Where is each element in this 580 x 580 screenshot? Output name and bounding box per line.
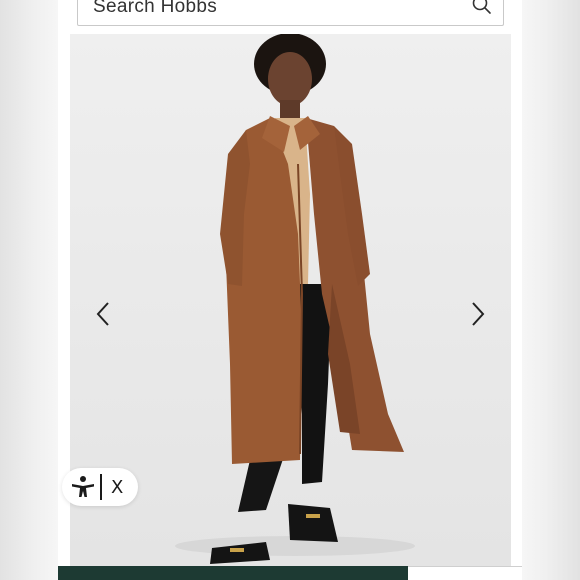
bottom-action-bar[interactable] — [58, 566, 408, 580]
accessibility-widget[interactable]: X — [62, 468, 138, 506]
search-icon[interactable] — [471, 0, 493, 16]
accessibility-icon[interactable] — [70, 475, 96, 499]
carousel-next-button[interactable] — [463, 296, 493, 332]
chevron-right-icon — [472, 302, 485, 326]
search-input[interactable]: Search Hobbs — [93, 0, 217, 18]
divider — [100, 474, 102, 500]
background-left — [0, 0, 58, 580]
chevron-left-icon — [96, 302, 109, 326]
carousel-prev-button[interactable] — [88, 296, 118, 332]
background-right — [522, 0, 580, 580]
accessibility-close-button[interactable]: X — [111, 477, 123, 498]
bottom-bar-secondary[interactable] — [408, 566, 522, 580]
search-bar[interactable]: Search Hobbs — [77, 0, 504, 26]
